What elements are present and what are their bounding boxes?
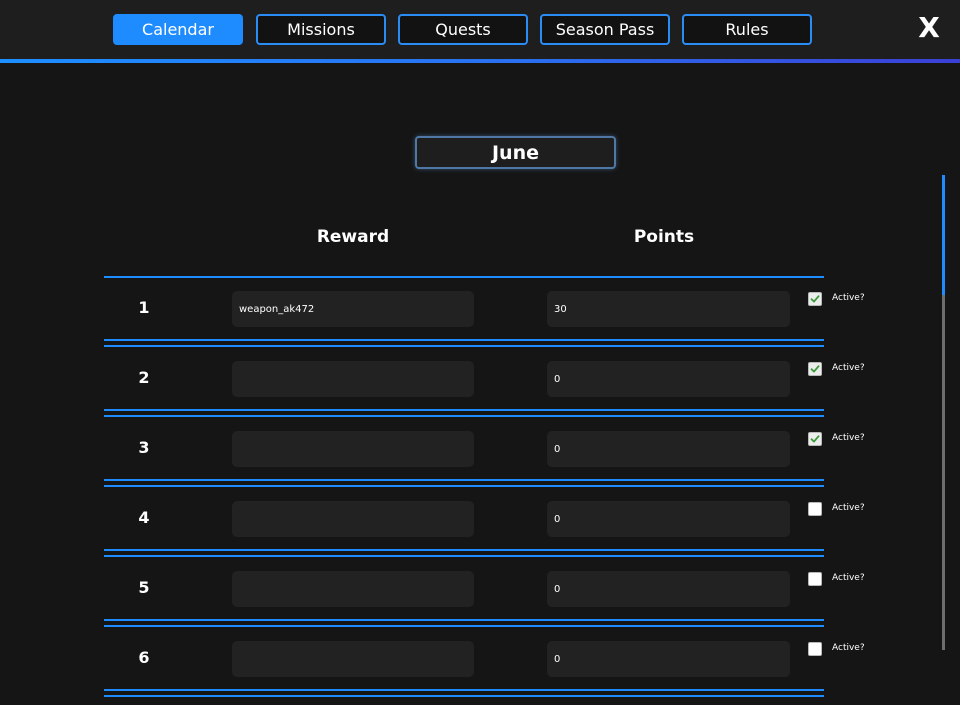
top-bar-divider xyxy=(0,59,960,63)
reward-row: 6 Active? xyxy=(0,628,940,698)
top-bar: Calendar Missions Quests Season Pass Rul… xyxy=(0,0,960,59)
row-divider xyxy=(104,415,824,417)
day-number: 3 xyxy=(138,438,150,457)
checkmark-icon xyxy=(810,435,820,443)
active-label: Active? xyxy=(832,573,865,583)
checkmark-icon xyxy=(810,295,820,303)
checkmark-icon xyxy=(810,365,820,373)
row-divider xyxy=(104,409,824,411)
month-selector[interactable]: June xyxy=(415,136,616,169)
points-input[interactable] xyxy=(547,501,790,537)
reward-row: 2 Active? xyxy=(0,348,940,418)
reward-input[interactable] xyxy=(232,361,474,397)
row-divider xyxy=(104,689,824,691)
points-input[interactable] xyxy=(547,291,790,327)
points-input[interactable] xyxy=(547,571,790,607)
row-divider xyxy=(104,555,824,557)
reward-input[interactable] xyxy=(232,501,474,537)
reward-input[interactable] xyxy=(232,571,474,607)
reward-input[interactable] xyxy=(232,431,474,467)
tab-rules[interactable]: Rules xyxy=(682,14,812,45)
tab-missions[interactable]: Missions xyxy=(256,14,386,45)
day-number: 1 xyxy=(138,298,150,317)
points-input[interactable] xyxy=(547,361,790,397)
active-checkbox[interactable] xyxy=(808,432,822,446)
points-input[interactable] xyxy=(547,641,790,677)
active-checkbox[interactable] xyxy=(808,292,822,306)
row-divider xyxy=(104,695,824,697)
active-checkbox[interactable] xyxy=(808,502,822,516)
row-divider xyxy=(104,479,824,481)
active-label: Active? xyxy=(832,503,865,513)
active-label: Active? xyxy=(832,643,865,653)
reward-row: 1 Active? xyxy=(0,278,940,348)
active-checkbox[interactable] xyxy=(808,642,822,656)
active-label: Active? xyxy=(832,293,865,303)
points-input[interactable] xyxy=(547,431,790,467)
day-number: 4 xyxy=(138,508,150,527)
tab-quests[interactable]: Quests xyxy=(398,14,528,45)
reward-row: 5 Active? xyxy=(0,558,940,628)
day-number: 6 xyxy=(138,648,150,667)
reward-input[interactable] xyxy=(232,641,474,677)
row-divider xyxy=(104,485,824,487)
row-divider xyxy=(104,625,824,627)
active-checkbox[interactable] xyxy=(808,572,822,586)
active-checkbox[interactable] xyxy=(808,362,822,376)
reward-row: 3 Active? xyxy=(0,418,940,488)
row-divider xyxy=(104,345,824,347)
day-number: 5 xyxy=(138,578,150,597)
tab-season-pass[interactable]: Season Pass xyxy=(540,14,670,45)
active-label: Active? xyxy=(832,433,865,443)
active-label: Active? xyxy=(832,363,865,373)
row-divider xyxy=(104,549,824,551)
reward-column-header: Reward xyxy=(316,227,390,247)
day-number: 2 xyxy=(138,368,150,387)
calendar-panel: Calendar Missions Quests Season Pass Rul… xyxy=(0,0,960,705)
close-button[interactable]: X xyxy=(912,10,946,44)
reward-row: 4 Active? xyxy=(0,488,940,558)
scrollbar-thumb[interactable] xyxy=(942,175,945,295)
tab-calendar[interactable]: Calendar xyxy=(113,14,243,45)
row-divider xyxy=(104,619,824,621)
points-column-header: Points xyxy=(633,227,695,247)
row-divider xyxy=(104,339,824,341)
reward-input[interactable] xyxy=(232,291,474,327)
